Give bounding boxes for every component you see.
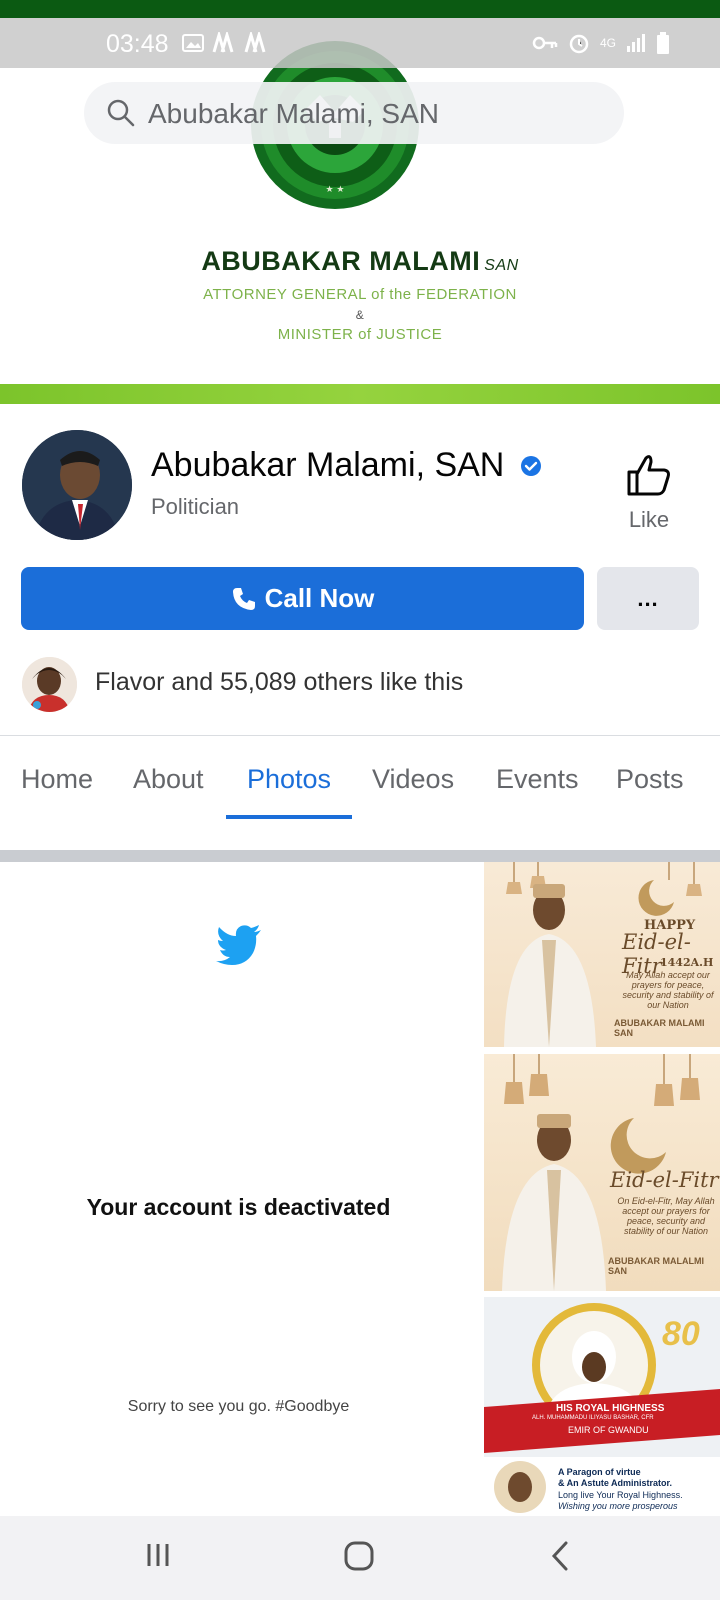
page-title: Abubakar Malami, SAN <box>151 446 505 484</box>
search-text: Abubakar Malami, SAN <box>148 98 440 129</box>
photo-eid-greeting-1[interactable]: HAPPY Eid-el-Fitr 1442A.H May Allah acce… <box>484 862 720 1047</box>
active-tab-indicator <box>226 815 352 819</box>
call-now-label: Call Now <box>264 583 375 613</box>
search-bar[interactable]: Abubakar Malami, SAN <box>84 82 624 144</box>
image-icon <box>182 34 204 52</box>
section-separator <box>0 850 720 862</box>
eid-title: Eid-el-Fitr <box>610 1168 719 1192</box>
more-options-button[interactable]: ... <box>597 567 699 630</box>
alarm-icon <box>569 34 589 54</box>
tab-events[interactable]: Events <box>496 764 579 795</box>
recent-apps-icon[interactable] <box>143 1540 173 1570</box>
cover-top-band <box>0 0 720 18</box>
cover-name: ABUBAKAR MALAMI SAN <box>201 246 519 276</box>
eid-message: May Allah accept our prayers for peace, … <box>622 970 714 1010</box>
svg-text:★ ★: ★ ★ <box>326 185 345 195</box>
status-time: 03:48 <box>106 30 169 58</box>
notification-icons <box>182 32 268 54</box>
deactivated-title: Your account is deactivated <box>86 1194 391 1220</box>
status-bar: 03:48 4G <box>0 18 720 68</box>
friend-photo <box>22 657 77 712</box>
search-icon <box>107 99 135 127</box>
eid-year: 1442A.H <box>660 956 714 969</box>
signal-icon <box>627 34 645 52</box>
system-navigation-bar <box>0 1516 720 1600</box>
likes-summary[interactable]: Flavor and 55,089 others like this <box>95 668 463 697</box>
cover-bottom-band <box>0 384 720 404</box>
call-now-button[interactable]: Call Now <box>21 567 584 630</box>
verified-badge-icon <box>521 456 541 476</box>
tab-home[interactable]: Home <box>21 764 93 795</box>
emir-caption: Wishing you more prosperous <box>558 1501 678 1511</box>
age-badge: 80 <box>662 1315 700 1353</box>
banner-name: ALH. MUHAMMADU ILIYASU BASHAR, CFR <box>532 1415 654 1421</box>
tab-about[interactable]: About <box>133 764 204 795</box>
like-label: Like <box>628 507 670 532</box>
network-type: 4G <box>599 36 616 50</box>
cover-title-line: MINISTER of JUSTICE <box>277 326 443 343</box>
eid-signature: ABUBAKAR MALAMI SAN <box>614 1018 705 1038</box>
banner-title: HIS ROYAL HIGHNESS <box>556 1403 665 1414</box>
photo-emir-birthday[interactable]: 80 HIS ROYAL HIGHNESS ALH. MUHAMMADU ILI… <box>484 1297 720 1516</box>
back-icon[interactable] <box>548 1540 572 1572</box>
cover-title-line: ATTORNEY GENERAL of the FEDERATION <box>203 286 517 303</box>
tab-posts[interactable]: Posts <box>616 764 684 795</box>
page-category: Politician <box>151 494 240 519</box>
emir-caption: A Paragon of virtue <box>558 1467 641 1477</box>
friend-avatar[interactable] <box>22 657 77 712</box>
home-icon[interactable] <box>343 1540 375 1572</box>
page-tabs: Home About Photos Videos Events Posts <box>0 736 720 820</box>
deactivated-subtitle: Sorry to see you go. #Goodbye <box>127 1398 350 1415</box>
cover-ampersand: & <box>355 308 365 322</box>
emir-caption: Long live Your Royal Highness. <box>558 1490 683 1500</box>
thumbs-up-icon <box>627 455 670 496</box>
app-icon <box>244 32 266 53</box>
emir-caption: & An Astute Administrator. <box>558 1478 673 1488</box>
photo-eid-greeting-2[interactable]: Eid-el-Fitr On Eid-el-Fitr, May Allah ac… <box>484 1054 720 1291</box>
profile-photo <box>22 430 132 540</box>
banner-subtitle: EMIR OF GWANDU <box>568 1425 649 1435</box>
app-icon <box>212 32 234 53</box>
more-icon: ... <box>637 585 659 611</box>
key-icon <box>532 36 558 50</box>
system-icons: 4G <box>532 32 670 54</box>
eid-message: On Eid-el-Fitr, May Allah accept our pra… <box>617 1196 715 1236</box>
tab-photos[interactable]: Photos <box>247 764 331 795</box>
phone-icon <box>232 587 255 610</box>
eid-signature: ABUBAKAR MALALMI SAN <box>608 1256 704 1276</box>
twitter-icon <box>216 925 261 965</box>
like-button[interactable]: Like <box>604 452 694 532</box>
battery-icon <box>657 32 669 54</box>
tab-videos[interactable]: Videos <box>372 764 454 795</box>
profile-avatar[interactable] <box>22 430 132 540</box>
